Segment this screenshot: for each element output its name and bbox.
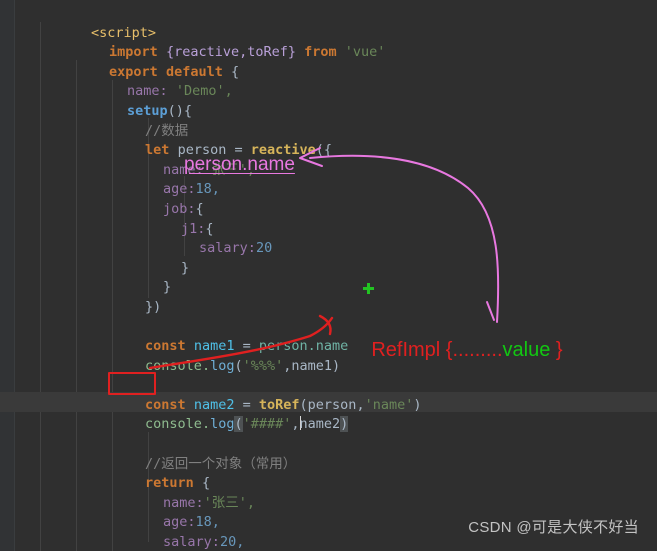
code-line-blank[interactable] bbox=[0, 357, 657, 377]
code-line[interactable]: salary:20 bbox=[0, 220, 657, 256]
code-line[interactable]: } bbox=[0, 259, 657, 295]
code-line-blank[interactable] bbox=[0, 415, 657, 435]
code-line[interactable]: name:'张三', bbox=[0, 141, 657, 178]
code-line[interactable]: let person = reactive({ bbox=[0, 122, 657, 158]
code-line[interactable]: <script> bbox=[0, 4, 657, 41]
screenshot-root: <script> import {reactive,toRef} from 'v… bbox=[0, 0, 657, 551]
code-line[interactable]: console.log('####',name2) bbox=[0, 396, 657, 433]
code-line[interactable]: name: 'Demo', bbox=[0, 63, 657, 99]
code-line[interactable]: const name2 = toRef(person,'name') bbox=[0, 376, 657, 413]
csdn-watermark: CSDN @可是大侠不好当 bbox=[468, 519, 639, 536]
code-line[interactable]: } bbox=[0, 239, 657, 276]
code-line[interactable]: j1:{ bbox=[0, 200, 657, 237]
code-line[interactable]: //数据 bbox=[0, 102, 657, 139]
code-line[interactable]: console.log('%%%',name1) bbox=[0, 337, 657, 374]
code-line[interactable]: name:'张三', bbox=[0, 474, 657, 511]
code-line[interactable]: //返回一个对象（常用） bbox=[0, 435, 657, 472]
code-line[interactable]: age:18, bbox=[0, 161, 657, 197]
code-content[interactable]: <script> import {reactive,toRef} from 'v… bbox=[0, 4, 657, 551]
code-line[interactable]: setup(){ bbox=[0, 82, 657, 119]
code-editor[interactable]: <script> import {reactive,toRef} from 'v… bbox=[0, 0, 657, 551]
code-line-blank[interactable] bbox=[0, 298, 657, 318]
code-line[interactable]: export default { bbox=[0, 43, 657, 80]
code-line[interactable]: job:{ bbox=[0, 180, 657, 217]
code-line[interactable]: const name1 = person.name bbox=[0, 318, 657, 354]
code-line[interactable]: return { bbox=[0, 455, 657, 491]
code-line[interactable]: }) bbox=[0, 278, 657, 315]
code-line[interactable]: age:18, bbox=[0, 494, 657, 530]
code-line[interactable]: import {reactive,toRef} from 'vue' bbox=[0, 24, 657, 60]
